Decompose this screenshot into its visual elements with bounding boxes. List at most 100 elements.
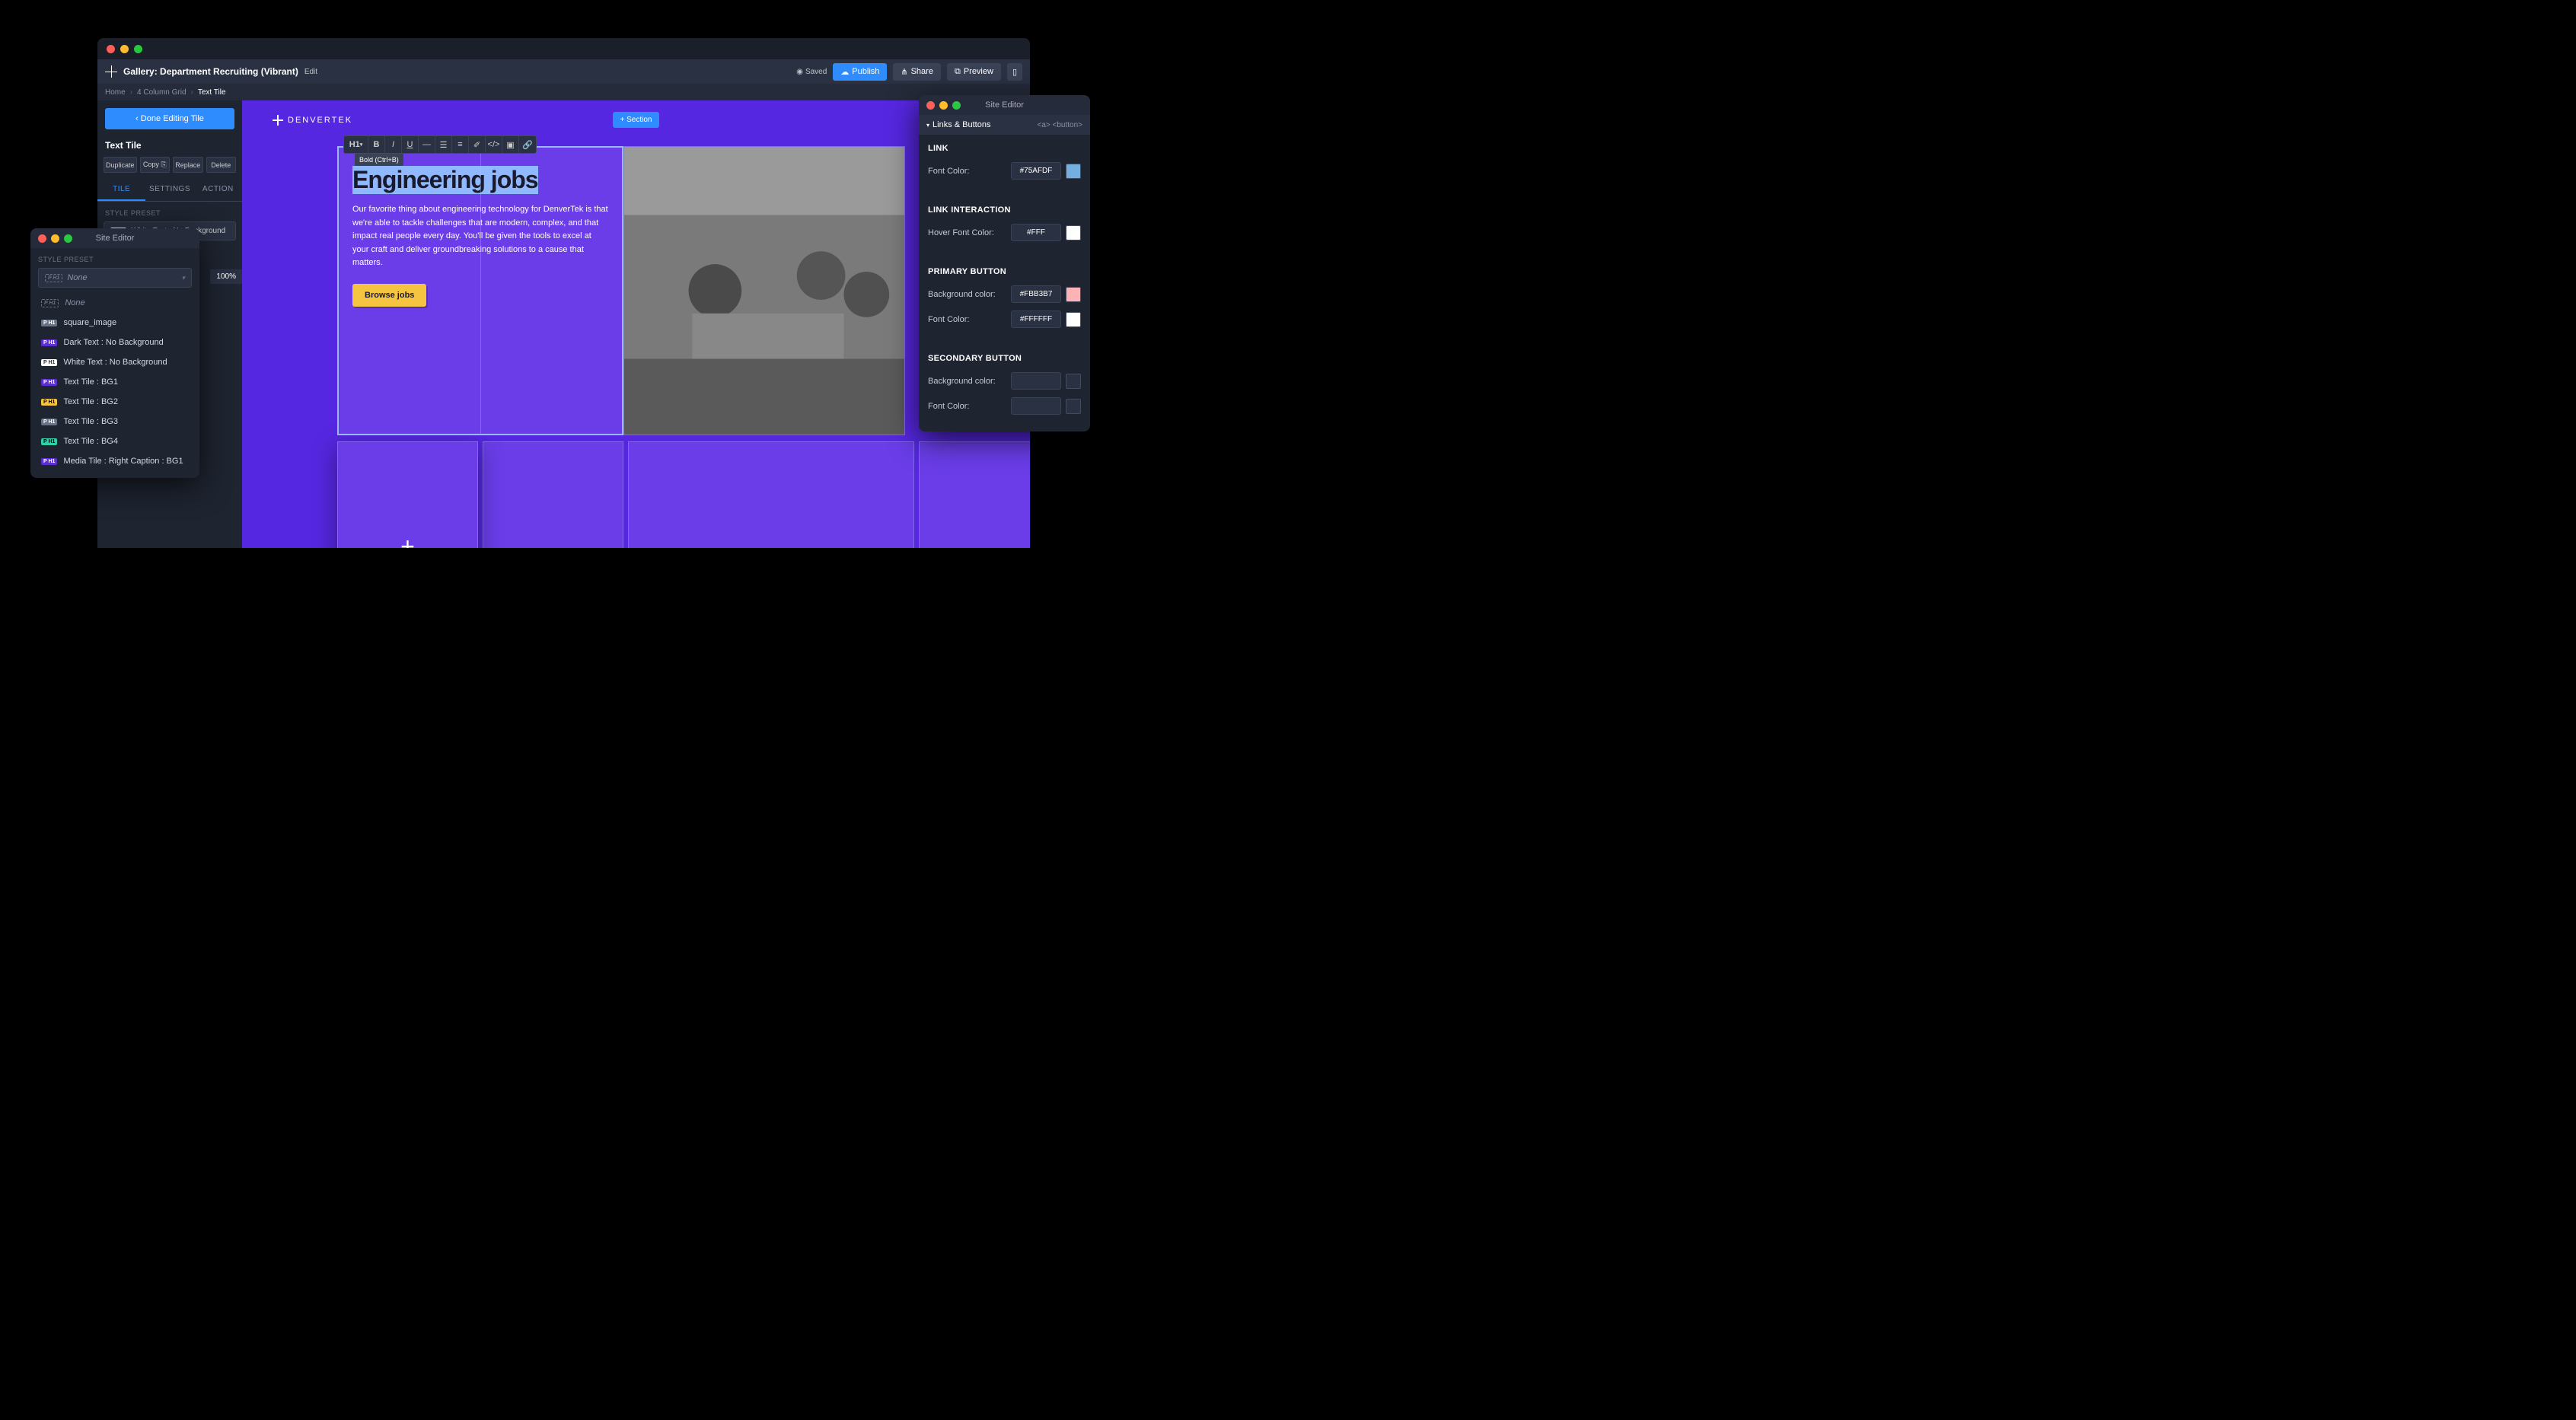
maximize-icon[interactable] bbox=[952, 101, 961, 110]
float-left-body: STYLE PRESET P H1 None ▾ P H1NoneP H1squ… bbox=[30, 248, 199, 478]
edit-link[interactable]: Edit bbox=[304, 68, 317, 76]
editor-body: ‹ Done Editing Tile Text Tile Duplicate … bbox=[97, 100, 1030, 548]
secondary-bg-input[interactable] bbox=[1011, 372, 1061, 390]
maximize-icon[interactable] bbox=[64, 234, 72, 243]
panel-tabs: TILE SETTINGS ACTION bbox=[97, 179, 242, 202]
minimize-icon[interactable] bbox=[939, 101, 948, 110]
image-tile[interactable] bbox=[623, 146, 905, 435]
secondary-font-swatch[interactable] bbox=[1066, 399, 1081, 414]
hover-font-color-input[interactable] bbox=[1011, 224, 1061, 241]
rte-ol-button[interactable]: ≡ bbox=[452, 136, 469, 153]
panel-title: Text Tile bbox=[97, 137, 242, 157]
link-font-color-input[interactable] bbox=[1011, 162, 1061, 180]
site-brand[interactable]: DENVERTEK bbox=[273, 115, 352, 126]
heading-selection[interactable]: Engineering jobs bbox=[352, 166, 538, 194]
preset-item[interactable]: P H1Text Tile : BG3 bbox=[38, 412, 192, 431]
breadcrumb-grid[interactable]: 4 Column Grid bbox=[137, 88, 186, 97]
preset-badge-icon: P H1 bbox=[41, 299, 59, 307]
rte-italic-button[interactable]: I bbox=[385, 136, 402, 153]
primary-button-section: PRIMARY BUTTON Background color: Font Co… bbox=[919, 258, 1090, 345]
image-icon: ▣ bbox=[506, 140, 514, 150]
float-right-titlebar: Site Editor bbox=[919, 95, 1090, 115]
grid-row-2: + Add Tile ⤡ bbox=[337, 441, 1030, 548]
close-icon[interactable] bbox=[38, 234, 46, 243]
preset-badge-icon: P H1 bbox=[41, 379, 57, 386]
preset-item[interactable]: P H1Text Tile : BG2 bbox=[38, 393, 192, 411]
primary-bg-input[interactable] bbox=[1011, 285, 1061, 303]
share-icon: ⋔ bbox=[901, 67, 907, 77]
secondary-bg-row: Background color: bbox=[928, 372, 1081, 390]
primary-font-row: Font Color: bbox=[928, 310, 1081, 328]
rte-ul-button[interactable]: ☰ bbox=[435, 136, 452, 153]
secondary-font-input[interactable] bbox=[1011, 397, 1061, 415]
preset-item[interactable]: P H1Text Tile : BG1 bbox=[38, 373, 192, 391]
add-section-button[interactable]: + Section bbox=[613, 112, 660, 128]
preset-badge-icon: P H1 bbox=[41, 399, 57, 406]
rte-clear-button[interactable]: ✐ bbox=[469, 136, 486, 153]
publish-button[interactable]: ☁Publish bbox=[833, 63, 887, 81]
link-font-color-swatch[interactable] bbox=[1066, 164, 1081, 179]
breadcrumb-home[interactable]: Home bbox=[105, 88, 126, 97]
preset-item[interactable]: P H1White Text : No Background bbox=[38, 353, 192, 371]
primary-bg-swatch[interactable] bbox=[1066, 287, 1081, 302]
site-editor-presets-panel: Site Editor STYLE PRESET P H1 None ▾ P H… bbox=[30, 228, 199, 478]
duplicate-button[interactable]: Duplicate bbox=[104, 157, 137, 173]
close-icon[interactable] bbox=[926, 101, 935, 110]
preset-item[interactable]: P H1None bbox=[38, 294, 192, 312]
rte-toolbar: H1 ▾ B I U — ☰ ≡ ✐ </> ▣ 🔗 bbox=[343, 135, 537, 154]
copy-icon: ⎘ bbox=[161, 161, 166, 168]
share-button[interactable]: ⋔Share bbox=[893, 63, 941, 81]
preset-item[interactable]: P H1square_image bbox=[38, 314, 192, 332]
links-buttons-accordion[interactable]: ▾Links & Buttons <a> <button> bbox=[919, 115, 1090, 135]
browse-jobs-button[interactable]: Browse jobs bbox=[352, 284, 426, 307]
close-icon[interactable] bbox=[107, 45, 115, 53]
replace-button[interactable]: Replace bbox=[173, 157, 202, 173]
preset-badge-icon: P H1 bbox=[41, 320, 57, 326]
tab-action[interactable]: ACTION bbox=[194, 179, 242, 201]
brand-icon bbox=[273, 115, 283, 126]
canvas[interactable]: DENVERTEK + Section Make main c H1 ▾ B I… bbox=[242, 100, 1030, 548]
width-value[interactable]: 100% bbox=[210, 269, 242, 284]
secondary-button-section: SECONDARY BUTTON Background color: Font … bbox=[919, 345, 1090, 431]
text-tile-selected[interactable]: Engineering jobs Our favorite thing abou… bbox=[337, 146, 623, 435]
float-left-titlebar: Site Editor bbox=[30, 228, 199, 248]
primary-font-swatch[interactable] bbox=[1066, 312, 1081, 327]
hover-font-color-swatch[interactable] bbox=[1066, 225, 1081, 240]
primary-font-input[interactable] bbox=[1011, 310, 1061, 328]
mobile-preview-button[interactable]: ▯ bbox=[1007, 63, 1022, 81]
rte-image-button[interactable]: ▣ bbox=[502, 136, 519, 153]
rte-code-button[interactable]: </> bbox=[486, 136, 502, 153]
tab-settings[interactable]: SETTINGS bbox=[145, 179, 193, 201]
rte-link-button[interactable]: 🔗 bbox=[519, 136, 536, 153]
maximize-icon[interactable] bbox=[134, 45, 142, 53]
preset-item[interactable]: P H1Media Tile : Right Caption : BG1 bbox=[38, 452, 192, 470]
preset-list: P H1None P H1square_imageP H1Dark Text : … bbox=[38, 294, 192, 470]
grid-tile-5[interactable] bbox=[483, 441, 623, 548]
preview-button[interactable]: ⧉Preview bbox=[947, 63, 1001, 81]
chevron-down-icon: ▾ bbox=[181, 274, 185, 282]
copy-button[interactable]: Copy ⎘ bbox=[140, 157, 170, 173]
traffic-lights bbox=[38, 234, 72, 243]
traffic-lights bbox=[107, 45, 142, 53]
add-tile-button[interactable]: + Add Tile ⤡ bbox=[337, 441, 478, 548]
app-logo-icon[interactable] bbox=[105, 65, 117, 78]
delete-button[interactable]: Delete bbox=[206, 157, 236, 173]
rte-heading-dropdown[interactable]: H1 ▾ bbox=[344, 136, 368, 153]
done-editing-button[interactable]: ‹ Done Editing Tile bbox=[105, 108, 234, 129]
minimize-icon[interactable] bbox=[51, 234, 59, 243]
tab-tile[interactable]: TILE bbox=[97, 179, 145, 201]
minimize-icon[interactable] bbox=[120, 45, 129, 53]
grid-tile-7[interactable] bbox=[919, 441, 1030, 548]
grid-tile-6[interactable] bbox=[628, 441, 914, 548]
link-font-color-row: Font Color: bbox=[928, 162, 1081, 180]
rte-underline-button[interactable]: U bbox=[402, 136, 419, 153]
secondary-bg-swatch[interactable] bbox=[1066, 374, 1081, 389]
code-icon: </> bbox=[488, 140, 500, 149]
preset-dropdown[interactable]: P H1 None ▾ bbox=[38, 268, 192, 288]
topbar-right: ◉ Saved ☁Publish ⋔Share ⧉Preview ▯ bbox=[796, 63, 1022, 81]
rte-hr-button[interactable]: — bbox=[419, 136, 435, 153]
rte-bold-button[interactable]: B bbox=[368, 136, 385, 153]
accordion-tag: <a> <button> bbox=[1037, 121, 1082, 129]
preset-item[interactable]: P H1Dark Text : No Background bbox=[38, 333, 192, 352]
preset-item[interactable]: P H1Text Tile : BG4 bbox=[38, 432, 192, 451]
